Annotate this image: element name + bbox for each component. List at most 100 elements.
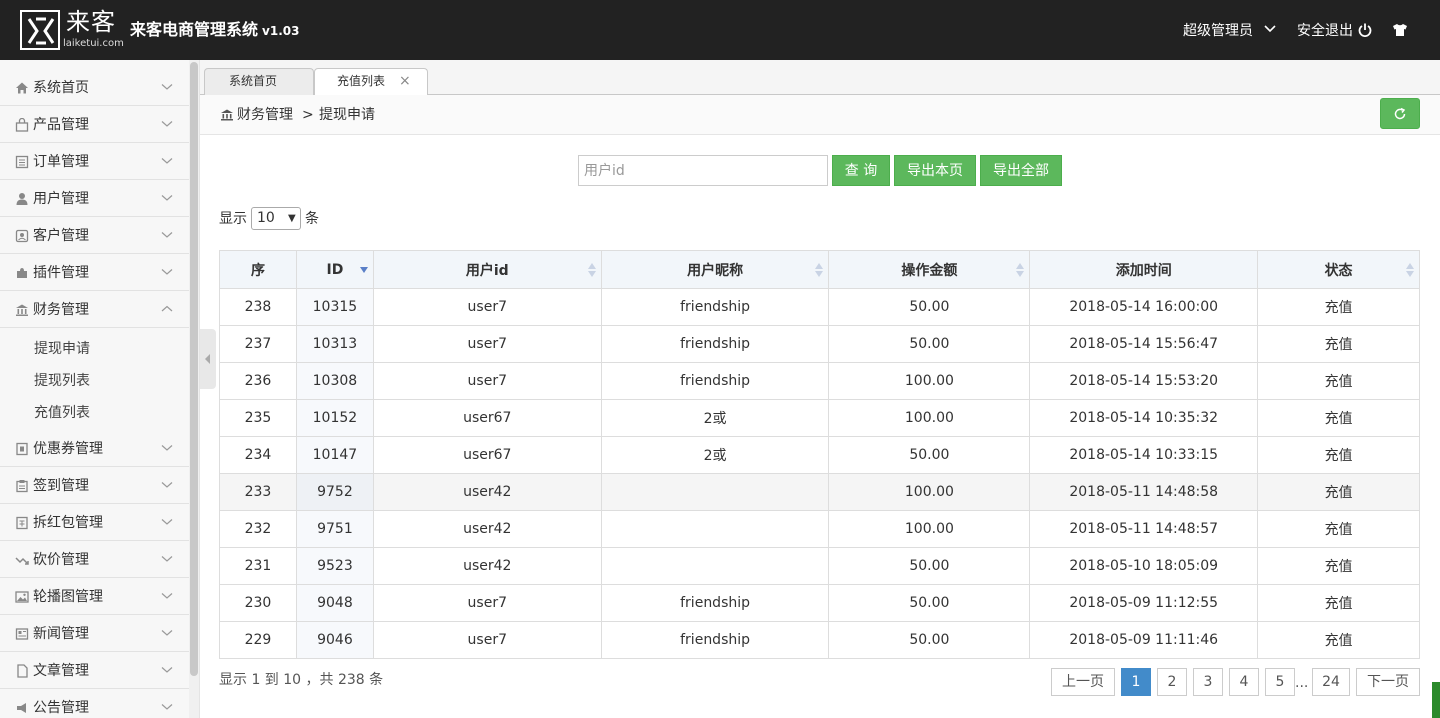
sidebar-item-label: 订单管理 xyxy=(33,154,89,170)
sidebar-item-news[interactable]: 新闻管理 xyxy=(0,615,189,652)
cell-seq: 233 xyxy=(219,473,297,511)
chevron-down-icon xyxy=(161,84,173,90)
bank-icon xyxy=(16,304,28,316)
sidebar-item-finance[interactable]: 财务管理 xyxy=(0,291,189,328)
cell-id: 9751 xyxy=(295,510,374,548)
cell-amount: 100.00 xyxy=(828,473,1031,511)
cell-nickname: friendship xyxy=(600,288,830,326)
cell-seq: 230 xyxy=(219,584,297,622)
chevron-down-icon xyxy=(161,195,173,201)
column-header-label: ID xyxy=(326,261,344,278)
logo-text: 来客 xyxy=(66,8,116,36)
cell-seq: 238 xyxy=(219,288,297,326)
sidebar-item-products[interactable]: 产品管理 xyxy=(0,106,189,143)
sidebar-item-plugins[interactable]: 插件管理 xyxy=(0,254,189,291)
sidebar-item-orders[interactable]: 订单管理 xyxy=(0,143,189,180)
pagination-page-last[interactable]: 24 xyxy=(1312,668,1350,696)
power-icon[interactable] xyxy=(1358,23,1372,37)
export-all-button[interactable]: 导出全部 xyxy=(980,155,1062,186)
sidebar-item-redpacket[interactable]: 拆红包管理 xyxy=(0,504,189,541)
table-row[interactable]: 230 9048 user7 friendship 50.00 2018-05-09 11… xyxy=(219,584,1420,622)
cell-nickname: friendship xyxy=(600,325,830,363)
logo-icon[interactable] xyxy=(20,10,60,50)
cell-id: 9752 xyxy=(295,473,374,511)
admin-user-menu[interactable]: 超级管理员 xyxy=(1183,22,1253,40)
image-icon xyxy=(15,591,29,603)
table-row[interactable]: 237 10313 user7 friendship 50.00 2018-05-14 1… xyxy=(219,325,1420,363)
pagination-prev[interactable]: 上一页 xyxy=(1051,668,1115,696)
table-row[interactable]: 229 9046 user7 friendship 50.00 2018-05-09 11… xyxy=(219,621,1420,659)
system-title-text: 来客电商管理系统 xyxy=(130,20,259,39)
cell-id: 10313 xyxy=(295,325,374,363)
sidebar-item-customers[interactable]: 客户管理 xyxy=(0,217,189,254)
cell-user-id: user67 xyxy=(372,399,602,437)
column-header-label: 状态 xyxy=(1324,262,1353,279)
records-table: 序 ID 用户id 用户昵称 操作金额 添加时间 状态 238 10315 user… xyxy=(219,250,1420,659)
sidebar-item-articles[interactable]: 文章管理 xyxy=(0,652,189,689)
table-row[interactable]: 235 10152 user67 2或 100.00 2018-05-14 10:35:3… xyxy=(219,399,1420,437)
export-page-button[interactable]: 导出本页 xyxy=(894,155,976,186)
sidebar-item-coupons[interactable]: 优惠券管理 xyxy=(0,430,189,467)
table-row[interactable]: 238 10315 user7 friendship 50.00 2018-05-14 1… xyxy=(219,288,1420,326)
table-row[interactable]: 232 9751 user42 100.00 2018-05-11 14:48:57 充值 xyxy=(219,510,1420,548)
pagination-page-4[interactable]: 4 xyxy=(1229,668,1259,696)
cell-time: 2018-05-09 11:12:55 xyxy=(1029,584,1259,622)
sidebar-subitem-withdraw-list[interactable]: 提现列表 xyxy=(34,372,90,390)
tab-home[interactable]: 系统首页 xyxy=(204,68,314,95)
column-header-user-id[interactable]: 用户id xyxy=(372,250,602,289)
sidebar-item-users[interactable]: 用户管理 xyxy=(0,180,189,217)
article-icon xyxy=(17,664,28,678)
table-row[interactable]: 236 10308 user7 friendship 100.00 2018-05-14 … xyxy=(219,362,1420,400)
sidebar-collapse-toggle[interactable] xyxy=(200,329,216,389)
close-icon[interactable]: × xyxy=(399,69,411,94)
sidebar-item-home[interactable]: 系统首页 xyxy=(0,69,189,106)
refresh-icon xyxy=(1394,107,1406,120)
cell-status: 充值 xyxy=(1257,362,1420,400)
table-row[interactable]: 233 9752 user42 100.00 2018-05-11 14:48:58 充值 xyxy=(219,473,1420,511)
sidebar-subitem-withdraw-request[interactable]: 提现申请 xyxy=(34,340,90,358)
cell-time: 2018-05-14 16:00:00 xyxy=(1029,288,1259,326)
sidebar-subitem-recharge-list[interactable]: 充值列表 xyxy=(34,404,90,422)
pagination-page-5[interactable]: 5 xyxy=(1265,668,1295,696)
cell-nickname: 2或 xyxy=(600,436,830,474)
cell-nickname: friendship xyxy=(600,362,830,400)
logout-link[interactable]: 安全退出 xyxy=(1297,22,1353,40)
sidebar-item-notices[interactable]: 公告管理 xyxy=(0,689,189,718)
column-header-label: 序 xyxy=(250,262,265,279)
page-length-value: 10 xyxy=(257,210,275,226)
column-header-nickname[interactable]: 用户昵称 xyxy=(600,250,830,289)
chevron-down-icon xyxy=(161,667,173,673)
pagination-page-1[interactable]: 1 xyxy=(1121,668,1151,696)
pagination-page-2[interactable]: 2 xyxy=(1157,668,1187,696)
table-row[interactable]: 234 10147 user67 2或 50.00 2018-05-14 10:33:15… xyxy=(219,436,1420,474)
sidebar-item-bargain[interactable]: 砍价管理 xyxy=(0,541,189,578)
sidebar-item-label: 公告管理 xyxy=(33,700,89,716)
cell-time: 2018-05-14 10:33:15 xyxy=(1029,436,1259,474)
breadcrumb-section[interactable]: 财务管理 xyxy=(237,106,293,124)
query-button[interactable]: 查 询 xyxy=(832,155,890,186)
tab-recharge-list[interactable]: 充值列表 × xyxy=(314,68,428,96)
pagination-page-3[interactable]: 3 xyxy=(1193,668,1223,696)
theme-shirt-icon[interactable] xyxy=(1392,23,1408,37)
sidebar-item-label: 系统首页 xyxy=(33,80,89,96)
logo-domain: laiketui.com xyxy=(63,38,124,49)
sidebar-item-signin[interactable]: 签到管理 xyxy=(0,467,189,504)
column-header-amount[interactable]: 操作金额 xyxy=(828,250,1031,289)
cell-time: 2018-05-14 15:53:20 xyxy=(1029,362,1259,400)
column-header-status[interactable]: 状态 xyxy=(1257,250,1420,289)
table-row[interactable]: 231 9523 user42 50.00 2018-05-10 18:05:09 充值 xyxy=(219,547,1420,585)
redpacket-icon xyxy=(16,516,28,530)
cell-nickname: 2或 xyxy=(600,399,830,437)
system-title: 来客电商管理系统 v1.03 xyxy=(130,20,299,41)
sidebar-item-carousel[interactable]: 轮播图管理 xyxy=(0,578,189,615)
column-header-label: 用户昵称 xyxy=(687,262,744,279)
page-length-select[interactable]: 10 ▼ xyxy=(251,207,301,230)
user-id-search-input[interactable] xyxy=(578,155,828,186)
pagination-next[interactable]: 下一页 xyxy=(1356,668,1420,696)
sidebar-scroll-thumb[interactable] xyxy=(190,62,198,676)
refresh-button[interactable] xyxy=(1380,98,1420,129)
chevron-down-icon xyxy=(161,269,173,275)
chevron-down-icon[interactable] xyxy=(1264,24,1276,34)
column-header-id[interactable]: ID xyxy=(295,250,374,289)
cell-id: 9048 xyxy=(295,584,374,622)
